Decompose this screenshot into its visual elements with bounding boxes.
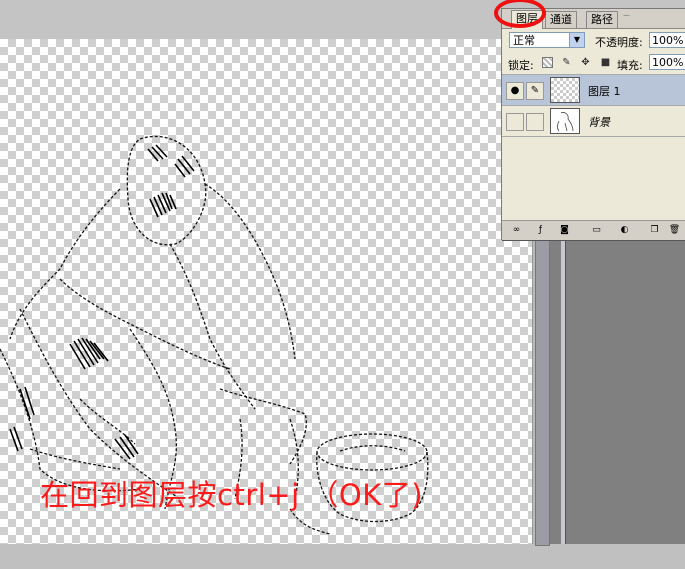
folder-icon[interactable]: ▭ xyxy=(590,224,603,237)
eye-toggle-empty[interactable] xyxy=(506,113,524,131)
tab-divider xyxy=(616,15,630,28)
opacity-label: 不透明度: xyxy=(595,36,643,49)
eye-icon[interactable]: ● xyxy=(506,82,524,100)
layer-row-background[interactable]: 背景 xyxy=(502,106,685,137)
layer-name: 图层 1 xyxy=(588,85,621,98)
blend-row: 正常 ▼ 不透明度: 100% xyxy=(502,29,685,51)
document-canvas[interactable] xyxy=(0,39,532,544)
trash-icon[interactable]: 🗑 xyxy=(668,224,681,237)
blend-mode-value: 正常 xyxy=(513,34,535,47)
tab-paths[interactable]: 路径 xyxy=(586,11,618,28)
fx-icon[interactable]: ƒ xyxy=(534,224,547,237)
lock-label: 锁定: xyxy=(508,59,534,72)
mask-icon[interactable]: ◙ xyxy=(558,224,571,237)
adjustment-icon[interactable]: ◐ xyxy=(618,224,631,237)
layer-row-layer-1[interactable]: ● ✎ 图层 1 xyxy=(502,75,685,106)
opacity-input[interactable]: 100% xyxy=(649,32,685,48)
scroll-thumb[interactable] xyxy=(535,239,550,546)
layer-thumbnail xyxy=(550,108,580,134)
thumbnail-sketch xyxy=(557,112,574,132)
background-document xyxy=(550,236,685,544)
blend-mode-select[interactable]: 正常 ▼ xyxy=(509,32,585,48)
link-toggle-empty[interactable] xyxy=(526,113,544,131)
new-layer-icon[interactable]: ❐ xyxy=(648,224,661,237)
layer-thumbnail xyxy=(550,77,580,103)
brush-icon[interactable]: ✎ xyxy=(526,82,544,100)
fill-input[interactable]: 100% xyxy=(649,54,685,70)
document-edge xyxy=(561,236,566,544)
paint-brush-icon[interactable]: ✎ xyxy=(561,57,572,68)
layers-panel: 图层 通道 路径 正常 ▼ 不透明度: 100% 锁定: ✎ ✥ ■ 填充: 1… xyxy=(501,8,685,240)
fill-label: 填充: xyxy=(617,59,643,72)
layer-name: 背景 xyxy=(588,116,610,129)
tab-channels[interactable]: 通道 xyxy=(545,11,577,28)
move-icon[interactable]: ✥ xyxy=(580,57,591,68)
panel-footer: ∞ ƒ ◙ ▭ ◐ ❐ 🗑 xyxy=(502,220,685,240)
lock-icon[interactable]: ■ xyxy=(600,57,611,68)
instruction-annotation: 在回到图层按ctrl+j （OK了) xyxy=(40,478,424,512)
link-icon[interactable]: ∞ xyxy=(510,224,523,237)
chevron-down-icon[interactable]: ▼ xyxy=(569,33,584,47)
lock-transparent-icon[interactable] xyxy=(542,57,553,68)
